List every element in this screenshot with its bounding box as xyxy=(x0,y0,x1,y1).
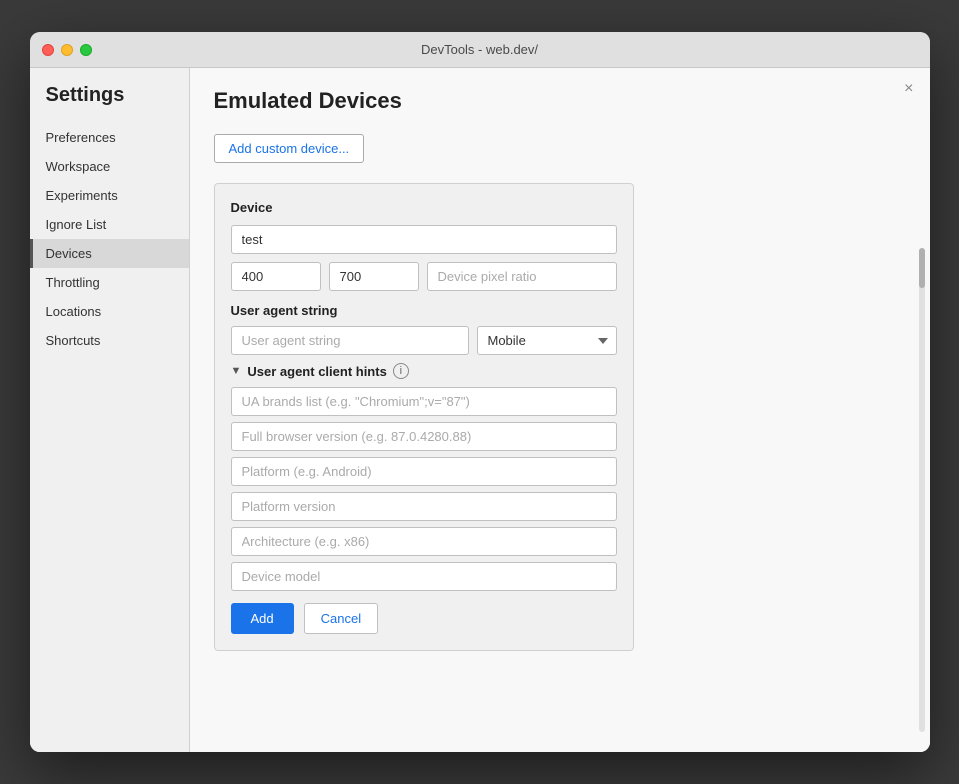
main-panel: × Emulated Devices Add custom device... … xyxy=(190,68,930,752)
traffic-lights xyxy=(42,44,92,56)
close-traffic-light[interactable] xyxy=(42,44,54,56)
hints-section-label: User agent client hints xyxy=(247,364,386,379)
architecture-input[interactable] xyxy=(231,527,617,556)
maximize-traffic-light[interactable] xyxy=(80,44,92,56)
height-input[interactable] xyxy=(329,262,419,291)
close-button[interactable]: × xyxy=(904,80,913,98)
hints-toggle-icon: ▼ xyxy=(231,365,242,377)
titlebar: DevTools - web.dev/ xyxy=(30,32,930,68)
sidebar-item-shortcuts[interactable]: Shortcuts xyxy=(30,326,189,355)
scrollbar-track xyxy=(919,248,925,732)
sidebar-item-locations[interactable]: Locations xyxy=(30,297,189,326)
devtools-window: DevTools - web.dev/ Settings Preferences… xyxy=(30,32,930,752)
hints-header[interactable]: ▼ User agent client hints i xyxy=(231,363,617,379)
scrollbar-thumb xyxy=(919,248,925,288)
pixel-ratio-input[interactable] xyxy=(427,262,617,291)
platform-version-input[interactable] xyxy=(231,492,617,521)
sidebar-item-preferences[interactable]: Preferences xyxy=(30,123,189,152)
full-browser-version-input[interactable] xyxy=(231,422,617,451)
hints-fields xyxy=(231,387,617,591)
page-title: Emulated Devices xyxy=(214,88,906,114)
add-custom-device-button[interactable]: Add custom device... xyxy=(214,134,365,163)
cancel-button[interactable]: Cancel xyxy=(304,603,378,634)
device-name-input[interactable] xyxy=(231,225,617,254)
width-input[interactable] xyxy=(231,262,321,291)
dimension-row xyxy=(231,262,617,291)
window-title: DevTools - web.dev/ xyxy=(421,42,538,57)
scrollbar[interactable] xyxy=(918,248,926,732)
ua-type-select[interactable]: Mobile Desktop Tablet xyxy=(477,326,617,355)
ua-section-label: User agent string xyxy=(231,303,617,318)
ua-brands-input[interactable] xyxy=(231,387,617,416)
sidebar-item-throttling[interactable]: Throttling xyxy=(30,268,189,297)
sidebar-title: Settings xyxy=(30,84,189,123)
device-model-input[interactable] xyxy=(231,562,617,591)
sidebar-item-workspace[interactable]: Workspace xyxy=(30,152,189,181)
sidebar: Settings Preferences Workspace Experimen… xyxy=(30,68,190,752)
device-section-label: Device xyxy=(231,200,617,215)
sidebar-item-devices[interactable]: Devices xyxy=(30,239,189,268)
ua-string-row: Mobile Desktop Tablet xyxy=(231,326,617,355)
sidebar-item-ignore-list[interactable]: Ignore List xyxy=(30,210,189,239)
platform-input[interactable] xyxy=(231,457,617,486)
sidebar-item-experiments[interactable]: Experiments xyxy=(30,181,189,210)
content-area: Settings Preferences Workspace Experimen… xyxy=(30,68,930,752)
minimize-traffic-light[interactable] xyxy=(61,44,73,56)
ua-string-input[interactable] xyxy=(231,326,469,355)
device-form: Device User agent string Mobile Desktop … xyxy=(214,183,634,651)
hints-info-icon[interactable]: i xyxy=(393,363,409,379)
add-button[interactable]: Add xyxy=(231,603,294,634)
action-row: Add Cancel xyxy=(231,603,617,634)
